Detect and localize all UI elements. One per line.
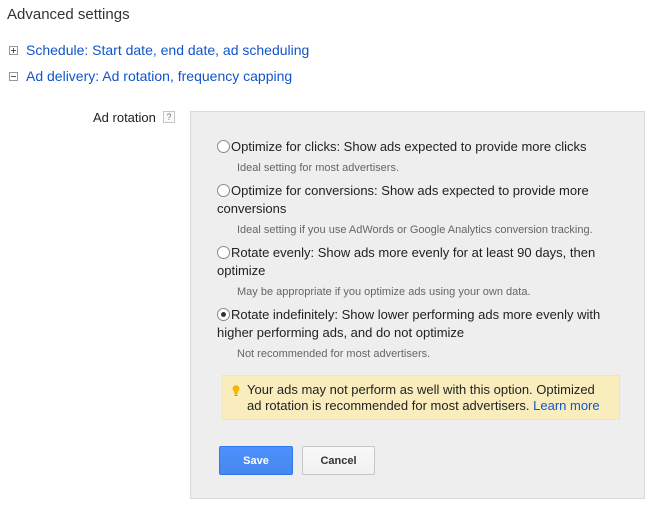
cancel-button[interactable]: Cancel <box>302 446 375 475</box>
radio-optimize-clicks[interactable] <box>217 140 230 153</box>
radio-rotate-indefinitely[interactable] <box>217 308 230 321</box>
option-optimize-clicks-label[interactable]: Optimize for clicks: Show ads expected t… <box>231 139 586 154</box>
option-optimize-conversions-description: Ideal setting if you use AdWords or Goog… <box>237 224 593 236</box>
option-optimize-conversions[interactable]: Optimize for conversions: Show ads expec… <box>217 182 617 236</box>
section-ad-delivery[interactable]: Ad delivery: Ad rotation, frequency capp… <box>9 66 292 86</box>
radio-optimize-conversions[interactable] <box>217 184 230 197</box>
collapse-minus-icon[interactable] <box>9 71 18 81</box>
option-rotate-indefinitely[interactable]: Rotate indefinitely: Show lower performi… <box>217 306 617 360</box>
option-rotate-evenly-label[interactable]: Rotate evenly: Show ads more evenly for … <box>217 245 595 278</box>
option-rotate-indefinitely-description: Not recommended for most advertisers. <box>237 348 431 360</box>
save-button[interactable]: Save <box>219 446 293 475</box>
ad-rotation-panel: Optimize for clicks: Show ads expected t… <box>190 111 645 499</box>
section-schedule[interactable]: Schedule: Start date, end date, ad sched… <box>9 40 309 60</box>
option-rotate-evenly[interactable]: Rotate evenly: Show ads more evenly for … <box>217 244 617 298</box>
option-optimize-clicks[interactable]: Optimize for clicks: Show ads expected t… <box>217 138 617 174</box>
section-schedule-label[interactable]: Schedule: Start date, end date, ad sched… <box>26 42 309 58</box>
page-title: Advanced settings <box>7 6 130 23</box>
section-ad-delivery-label[interactable]: Ad delivery: Ad rotation, frequency capp… <box>26 68 292 84</box>
option-optimize-clicks-description: Ideal setting for most advertisers. <box>237 162 400 174</box>
warning-notice: Your ads may not perform as well with th… <box>222 375 620 420</box>
option-rotate-indefinitely-label[interactable]: Rotate indefinitely: Show lower performi… <box>217 307 600 340</box>
ad-rotation-label: Ad rotation <box>93 110 156 125</box>
option-optimize-conversions-label[interactable]: Optimize for conversions: Show ads expec… <box>217 183 589 216</box>
lightbulb-icon <box>232 385 240 396</box>
radio-rotate-evenly[interactable] <box>217 246 230 259</box>
option-rotate-evenly-description: May be appropriate if you optimize ads u… <box>237 286 531 298</box>
expand-plus-icon[interactable] <box>9 45 18 55</box>
help-icon[interactable]: ? <box>163 111 175 123</box>
learn-more-link[interactable]: Learn more <box>533 398 599 413</box>
